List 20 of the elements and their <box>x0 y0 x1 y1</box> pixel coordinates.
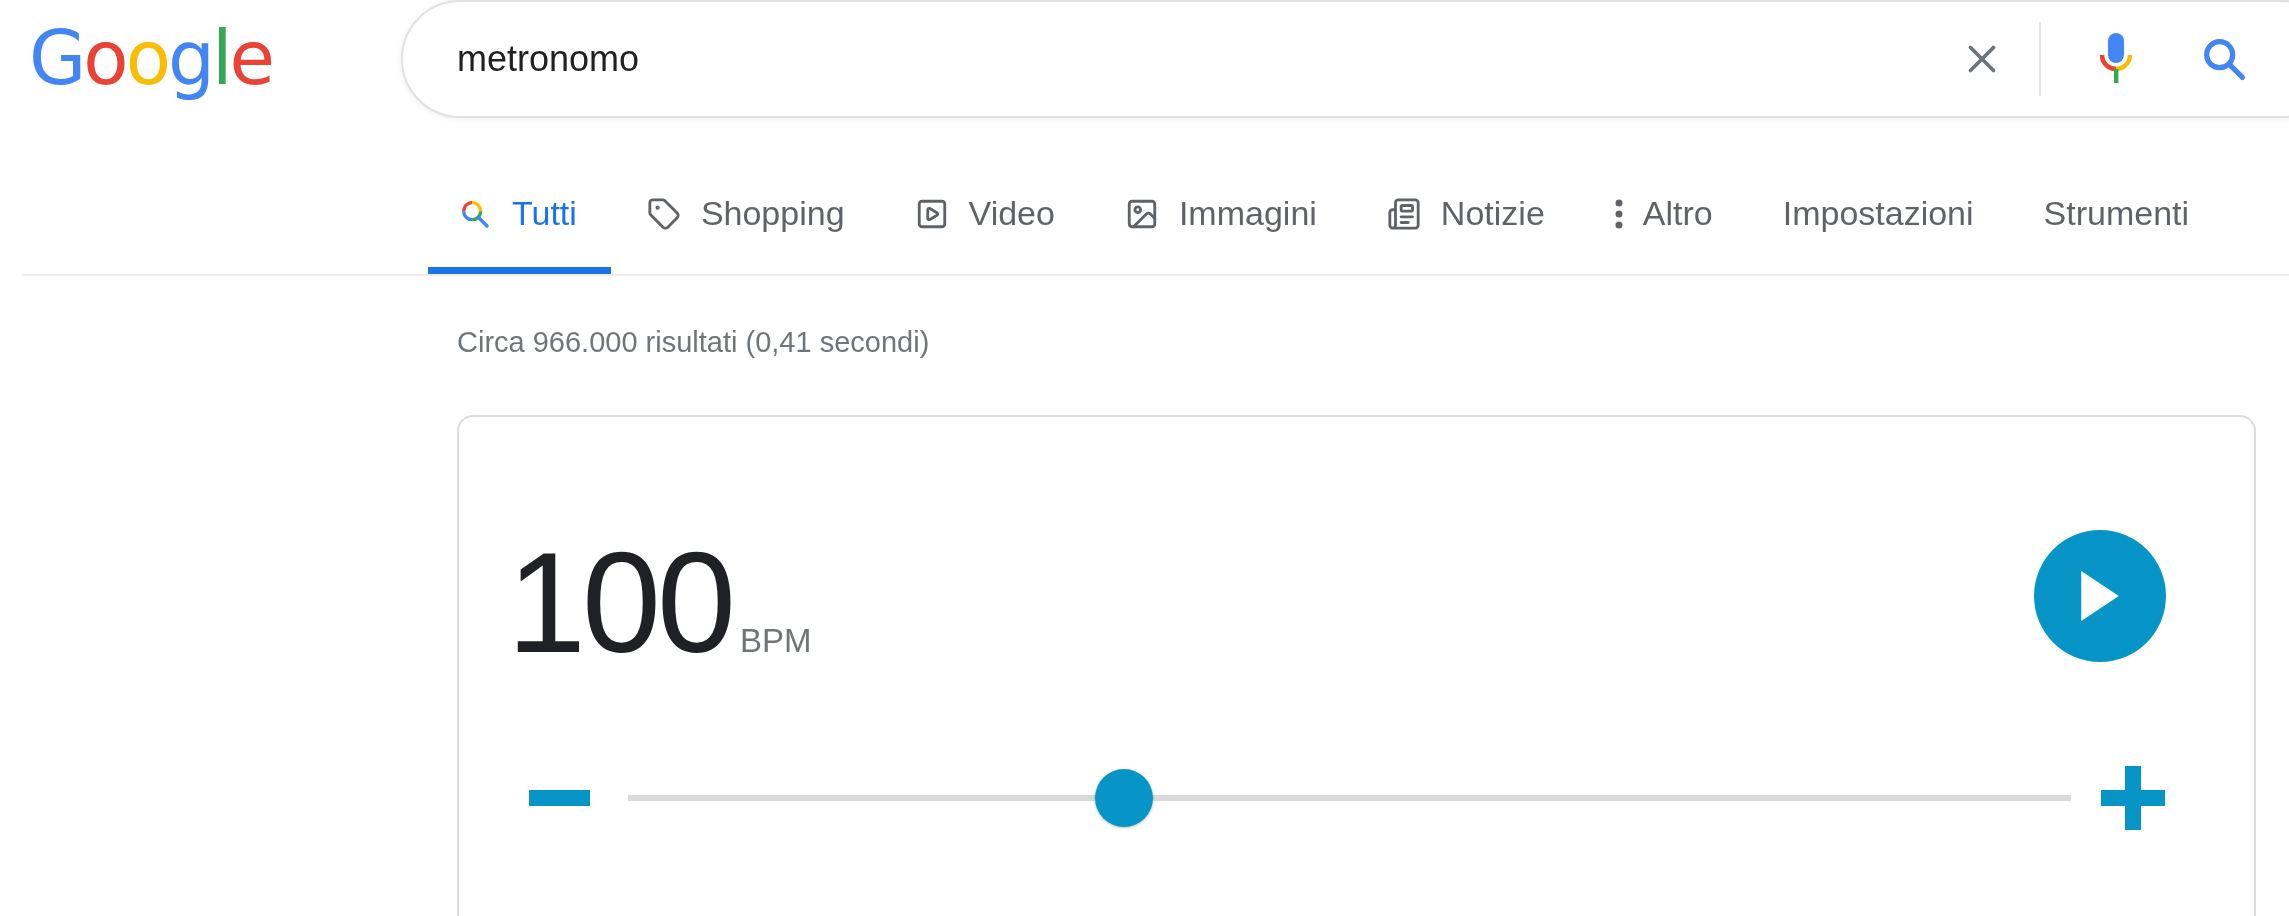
increase-button[interactable] <box>2101 766 2165 830</box>
nav-tab[interactable]: Tutti <box>428 160 611 274</box>
play-icon <box>2081 571 2119 621</box>
tag-icon <box>646 196 681 231</box>
tempo-value: 100 <box>507 532 732 674</box>
search-box[interactable]: metronomo <box>401 0 2289 118</box>
nav-tab[interactable]: Notizie <box>1386 160 1545 274</box>
more-icon <box>1614 198 1623 229</box>
nav-tab[interactable]: Impostazioni <box>1782 160 1974 274</box>
nav-tab[interactable]: Strumenti <box>2043 160 2190 274</box>
search-field[interactable]: metronomo <box>457 38 1959 80</box>
slider-thumb[interactable] <box>1095 769 1154 827</box>
nav-tab[interactable]: Immagini <box>1124 160 1317 274</box>
newspaper-icon <box>1386 196 1421 231</box>
google-logo[interactable]: Google <box>0 15 401 101</box>
result-stats: Circa 966.000 risultati (0,41 secondi) <box>457 326 930 359</box>
nav-tab[interactable]: Altro <box>1614 160 1713 274</box>
nav-tab[interactable]: Video <box>914 160 1055 274</box>
nav-tab[interactable]: Shopping <box>646 160 845 274</box>
tempo-unit: BPM <box>739 622 812 660</box>
